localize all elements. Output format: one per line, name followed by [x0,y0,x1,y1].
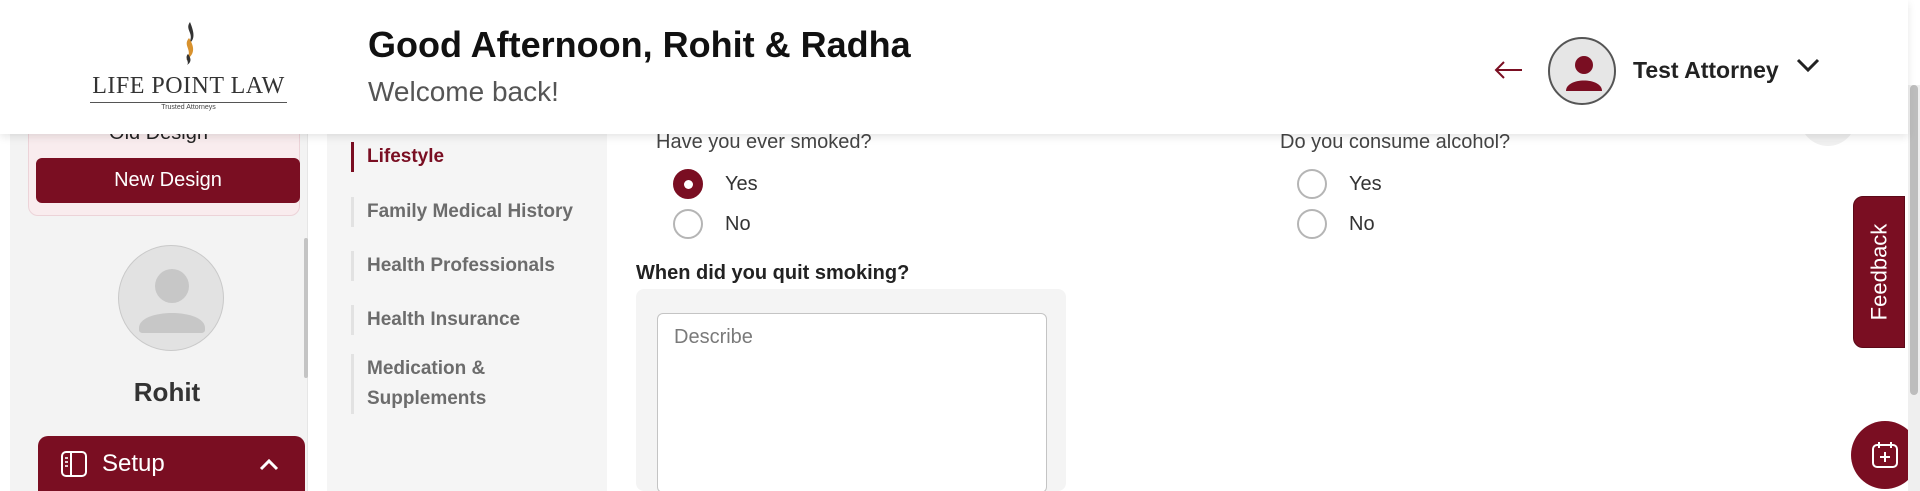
logo-divider [90,102,287,103]
step-label-line2: Supplements [367,388,487,409]
radio-unselected[interactable] [673,209,703,239]
radio-selected[interactable] [673,169,703,199]
step-health-professionals[interactable]: Health Professionals [351,251,555,281]
sidebar-scrollbar[interactable] [304,238,308,378]
feedback-label: Feedback [1866,223,1891,321]
user-name[interactable]: Test Attorney [1633,57,1779,84]
profile-name: Rohit [133,377,201,407]
quit-smoking-label: When did you quit smoking? [636,262,910,284]
option-label: No [725,212,751,235]
radio-unselected[interactable] [1297,209,1327,239]
step-lifestyle[interactable]: Lifestyle [351,142,444,172]
user-avatar[interactable] [1548,37,1616,105]
top-header: LIFE POINT LAW Trusted Attorneys Good Af… [0,0,1908,134]
step-health-insurance[interactable]: Health Insurance [351,305,520,335]
new-design-button[interactable]: New Design [36,158,300,203]
step-label: Lifestyle [367,146,445,167]
calendar-add-icon [1872,442,1898,468]
step-label: Health Professionals [367,255,555,276]
quit-smoking-input[interactable] [657,313,1047,491]
setup-label: Setup [102,449,165,477]
option-label: No [1349,212,1375,235]
flame-logo-icon [185,22,193,65]
smoked-yes-option[interactable]: Yes [673,169,758,199]
section-steps-nav: Lifestyle Family Medical History Health … [327,134,607,491]
page-title: Good Afternoon, Rohit & Radha [368,24,911,65]
question-alcohol: Do you consume alcohol? [1280,131,1511,153]
logo-wordmark: LIFE POINT LAW [92,73,285,99]
question-smoked: Have you ever smoked? [656,131,872,153]
smoked-no-option[interactable]: No [673,209,751,239]
scrollbar-thumb[interactable] [1910,85,1918,395]
arrow-left-icon [1494,61,1522,79]
page-scrollbar[interactable] [1908,85,1920,491]
step-family-medical-history[interactable]: Family Medical History [351,197,573,227]
sidebar-panel-icon [61,450,87,477]
alcohol-yes-option[interactable]: Yes [1297,169,1382,199]
profile-avatar [118,245,224,351]
setup-menu-button[interactable]: Setup [38,436,305,491]
step-medication-supplements[interactable]: Medication & Supplements [351,354,486,414]
option-label: Yes [1349,172,1382,195]
logo-tagline: Trusted Attorneys [161,104,216,111]
page-subtitle: Welcome back! [368,76,559,107]
chevron-up-icon [259,458,279,470]
chevron-down-icon[interactable] [1795,56,1821,74]
radio-unselected[interactable] [1297,169,1327,199]
step-label: Family Medical History [367,201,573,222]
back-button[interactable] [1493,52,1523,88]
step-label: Health Insurance [367,309,521,330]
option-label: Yes [725,172,758,195]
user-icon [1566,56,1602,91]
feedback-button[interactable]: Feedback [1853,196,1905,348]
user-placeholder-icon [139,269,205,333]
alcohol-no-option[interactable]: No [1297,209,1375,239]
step-label: Medication & [367,358,486,379]
brand-logo[interactable]: LIFE POINT LAW Trusted Attorneys [86,20,291,111]
